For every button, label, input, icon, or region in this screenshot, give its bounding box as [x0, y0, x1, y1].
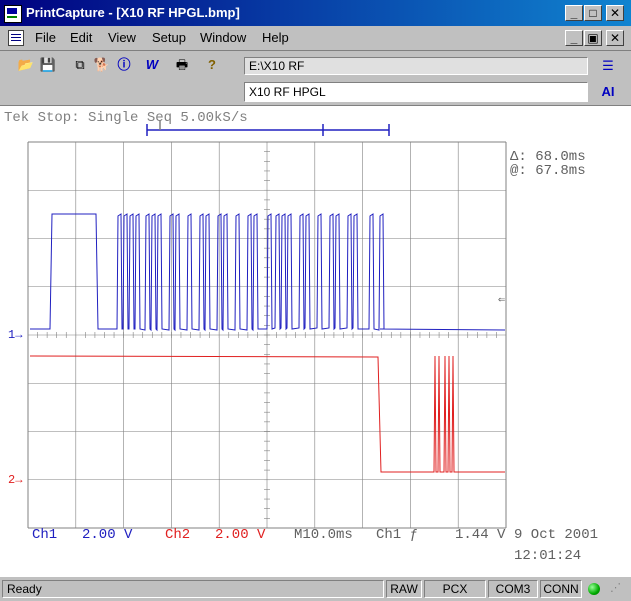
close-button[interactable]: ✕: [606, 5, 624, 21]
menu-window[interactable]: Window: [200, 30, 246, 45]
info-icon[interactable]: ⓘ: [114, 55, 134, 75]
doc-minimize-button[interactable]: _: [565, 30, 583, 46]
ch1-trace: [30, 213, 506, 332]
filename-input[interactable]: X10 RF HPGL: [244, 82, 588, 102]
list-icon[interactable]: ☰: [598, 56, 618, 76]
trigger-level-arrow-icon: ⇐: [498, 293, 505, 307]
ch1-marker: 1→: [8, 328, 23, 342]
ai-button[interactable]: AI: [598, 82, 618, 102]
toolbar: 📂 💾 ⧉ 🐕 ⓘ W 🖶 ? E:\X10 RF ☰ X10 RF HPGL …: [0, 51, 631, 106]
open-folder-icon[interactable]: 📂: [16, 55, 36, 75]
size-grip-icon[interactable]: ⋰: [610, 581, 621, 594]
status-bar: Ready RAW PCX COM3 CONN ⋰: [0, 576, 631, 601]
doc-close-button[interactable]: ✕: [606, 30, 624, 46]
menu-setup[interactable]: Setup: [152, 30, 186, 45]
document-icon[interactable]: [8, 30, 24, 46]
ch2-scale: 2.00 V: [215, 527, 266, 543]
menu-view[interactable]: View: [108, 30, 136, 45]
help-icon[interactable]: ?: [202, 55, 222, 75]
menu-edit[interactable]: Edit: [70, 30, 92, 45]
ch1-scale: 2.00 V: [82, 527, 133, 543]
menu-help[interactable]: Help: [262, 30, 289, 45]
status-ready: Ready: [2, 580, 384, 598]
status-raw: RAW: [386, 580, 422, 598]
ch2-label: Ch2: [165, 527, 190, 543]
connection-led-icon: [588, 583, 600, 595]
capture-time: 12:01:24: [514, 548, 581, 564]
status-pcx: PCX: [424, 580, 486, 598]
scope-capture: Tek Stop: Single Seq 5.00kS/s 1→ 2→ ⇐ Δ:…: [0, 106, 631, 576]
minimize-button[interactable]: _: [565, 5, 583, 21]
trigger-source: Ch1 ƒ: [376, 527, 418, 543]
status-conn: CONN: [540, 580, 582, 598]
cursor-position: @: 67.8ms: [510, 163, 586, 179]
title-bar: PrintCapture - [X10 RF HPGL.bmp] _ □ ✕: [0, 0, 631, 26]
menu-bar: File Edit View Setup Window Help _ ▣ ✕: [0, 26, 631, 51]
menu-file[interactable]: File: [35, 30, 56, 45]
scope-status-line: Tek Stop: Single Seq 5.00kS/s: [4, 110, 248, 126]
capture-date: 9 Oct 2001: [514, 527, 598, 543]
print-icon[interactable]: 🖶: [172, 55, 192, 75]
app-icon[interactable]: [4, 5, 22, 23]
save-icon[interactable]: 💾: [38, 55, 58, 75]
copy-icon[interactable]: ⧉: [70, 55, 90, 75]
word-icon[interactable]: W: [142, 55, 162, 75]
maximize-button[interactable]: □: [584, 5, 602, 21]
timebase: M10.0ms: [294, 527, 353, 543]
scope-display: Tek Stop: Single Seq 5.00kS/s 1→ 2→ ⇐ Δ:…: [4, 110, 598, 564]
window-title: PrintCapture - [X10 RF HPGL.bmp]: [26, 5, 240, 20]
trigger-level: 1.44 V: [455, 527, 506, 543]
ch2-marker: 2→: [8, 473, 23, 487]
capture-icon[interactable]: 🐕: [92, 55, 112, 75]
ch1-label: Ch1: [32, 527, 57, 543]
status-port: COM3: [488, 580, 538, 598]
path-display: E:\X10 RF: [244, 57, 588, 75]
doc-restore-button[interactable]: ▣: [584, 30, 602, 46]
